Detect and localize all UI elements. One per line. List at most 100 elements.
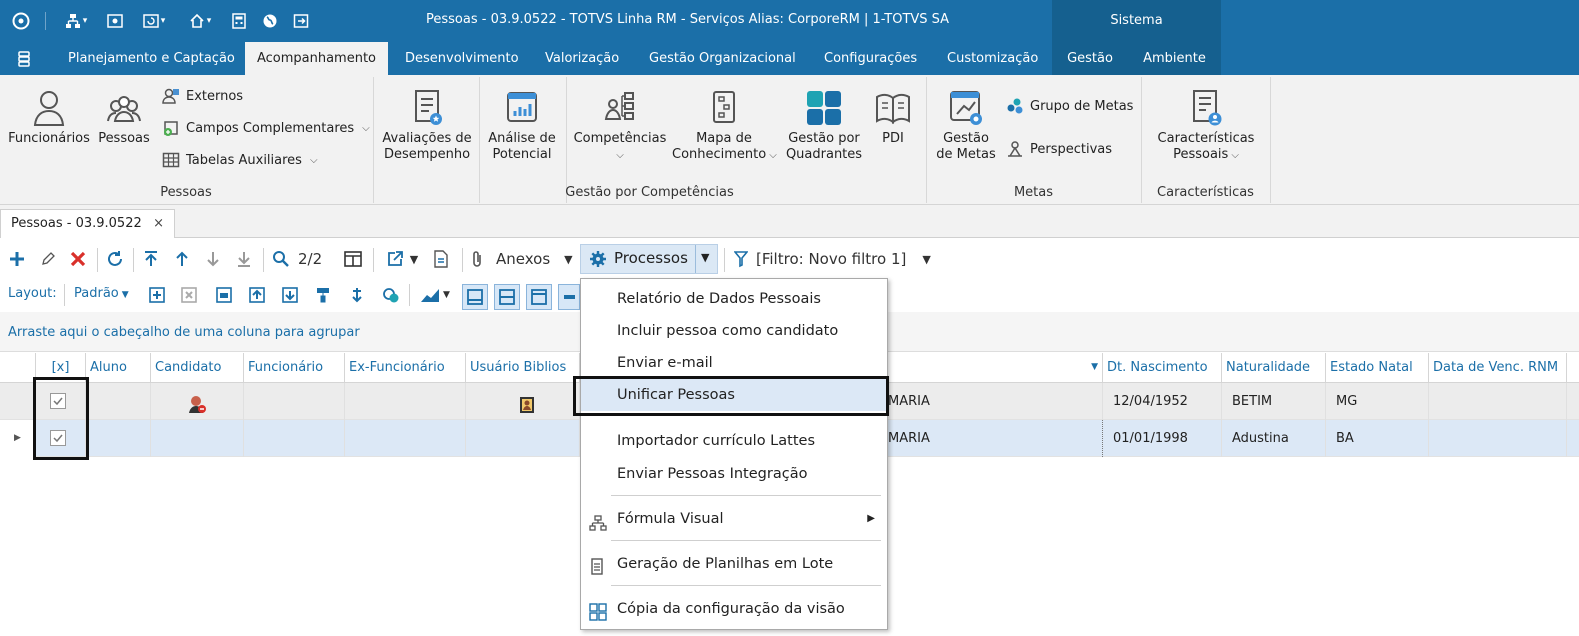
document-tab-bar: Pessoas - 03.9.0522 ×: [0, 205, 1579, 239]
tab-gestao-organizacional[interactable]: Gestão Organizacional: [649, 42, 796, 75]
close-icon[interactable]: ×: [153, 210, 164, 238]
tab-acompanhamento[interactable]: Acompanhamento: [245, 42, 388, 75]
chart-icon[interactable]: ▼: [416, 284, 454, 306]
perspectivas-button[interactable]: Perspectivas: [1006, 140, 1112, 158]
column-header-aluno[interactable]: Aluno: [86, 353, 151, 383]
columns-icon[interactable]: [342, 248, 364, 270]
filter-icon[interactable]: ▼: [1091, 352, 1098, 382]
tab-configuracoes[interactable]: Configurações: [824, 42, 917, 75]
menu-item-importador-lattes[interactable]: Importador currículo Lattes: [581, 425, 887, 457]
pessoas-button[interactable]: Pessoas: [96, 89, 152, 147]
report-icon[interactable]: [430, 248, 452, 270]
view-option-1-icon[interactable]: [462, 284, 488, 310]
anexos-button[interactable]: Anexos ▼: [470, 248, 573, 270]
column-header-usuario-biblios[interactable]: Usuário Biblios: [466, 353, 580, 383]
menu-item-highlight-frame: [573, 376, 889, 416]
doc-tab-pessoas[interactable]: Pessoas - 03.9.0522 ×: [0, 209, 175, 239]
column-header-nome[interactable]: ▼: [888, 353, 1103, 383]
menu-item-enviar-email[interactable]: Enviar e-mail: [581, 347, 887, 379]
move-up-icon[interactable]: [246, 284, 268, 306]
funcionario-cell: [244, 383, 345, 420]
caracteristicas-pessoais-button[interactable]: Características Pessoais ⌵: [1150, 89, 1262, 164]
chevron-down-icon: ⌵: [362, 122, 370, 134]
menu-item-relatorio-dados-pessoais[interactable]: Relatório de Dados Pessoais: [581, 283, 887, 315]
view-option-2-icon[interactable]: [494, 284, 520, 310]
menu-item-formula-visual[interactable]: Fórmula Visual ▶: [581, 503, 887, 535]
caret-down-icon: ▼: [121, 290, 129, 300]
menu-item-incluir-candidato[interactable]: Incluir pessoa como candidato: [581, 315, 887, 347]
view-option-3-icon[interactable]: [526, 284, 552, 310]
home-icon[interactable]: ▾: [182, 10, 218, 32]
totvs-logo-icon[interactable]: [10, 10, 32, 32]
caret-down-icon: ▼: [409, 252, 419, 266]
tab-planejamento[interactable]: Planejamento e Captação: [68, 42, 235, 75]
tab-sistema[interactable]: Sistema: [1052, 0, 1221, 42]
app-menu-icon[interactable]: [16, 51, 32, 67]
caret-down-icon: ▼: [922, 252, 931, 266]
globe-icon[interactable]: [259, 10, 281, 32]
caret-down-icon[interactable]: ▼: [701, 251, 709, 264]
column-header-estado-natal[interactable]: Estado Natal: [1326, 353, 1429, 383]
column-header-candidato[interactable]: Candidato: [151, 353, 244, 383]
color-shapes-icon[interactable]: [380, 284, 402, 306]
layout-select[interactable]: Padrão ▼: [74, 286, 129, 301]
tab-ambiente[interactable]: Ambiente: [1128, 42, 1221, 75]
column-header-ex-funcionario[interactable]: Ex-Funcionário: [345, 353, 466, 383]
funcionarios-button[interactable]: Funcionários: [8, 89, 90, 147]
refresh-icon[interactable]: [104, 248, 126, 270]
row-indicator-header: [0, 353, 36, 383]
grid-layout-icon[interactable]: [213, 284, 235, 306]
tab-valorizacao[interactable]: Valorização: [545, 42, 619, 75]
processos-button[interactable]: Processos ▼: [580, 244, 718, 274]
tab-gestao[interactable]: Gestão: [1052, 42, 1128, 75]
add-icon[interactable]: [6, 248, 28, 270]
move-down-icon[interactable]: [279, 284, 301, 306]
next-record-icon[interactable]: [202, 248, 224, 270]
tabelas-auxiliares-button[interactable]: Tabelas Auxiliares ⌵: [162, 151, 318, 169]
previous-record-icon[interactable]: [171, 248, 193, 270]
divider: [409, 284, 410, 306]
campos-complementares-button[interactable]: Campos Complementares ⌵: [162, 119, 370, 137]
competencies-icon: [604, 92, 634, 120]
grupo-metas-button[interactable]: Grupo de Metas: [1006, 97, 1133, 115]
view-option-4-icon[interactable]: [558, 284, 580, 310]
calculator-icon[interactable]: [228, 10, 250, 32]
externos-button[interactable]: Externos: [162, 87, 243, 105]
export-icon[interactable]: ▼: [382, 248, 422, 270]
menu-separator: [611, 585, 881, 586]
refresh-window-icon[interactable]: ▾: [136, 10, 172, 32]
search-icon[interactable]: [270, 248, 292, 270]
gestao-metas-button[interactable]: Gestão de Metas: [932, 89, 1000, 163]
gestao-quadrantes-button[interactable]: Gestão por Quadrantes: [783, 89, 865, 163]
paint-roller-icon[interactable]: [312, 284, 334, 306]
add-group-icon[interactable]: [146, 284, 168, 306]
competencias-button[interactable]: Competências ⌵: [572, 89, 668, 164]
column-header-data-venc-rnm[interactable]: Data de Venc. RNM: [1429, 353, 1567, 383]
remove-group-icon[interactable]: [178, 284, 200, 306]
analise-potencial-button[interactable]: Análise de Potencial: [484, 89, 560, 163]
first-record-icon[interactable]: [140, 248, 162, 270]
tab-desenvolvimento[interactable]: Desenvolvimento: [405, 42, 519, 75]
org-chart-icon[interactable]: ▾: [56, 10, 96, 32]
column-header-dt-nascimento[interactable]: Dt. Nascimento: [1103, 353, 1222, 383]
chevron-down-icon: ⌵: [1231, 150, 1239, 161]
sort-icon[interactable]: [346, 284, 368, 306]
exit-icon[interactable]: [290, 10, 312, 32]
menu-item-copia-configuracao[interactable]: Cópia da configuração da visão: [581, 593, 887, 625]
menu-item-enviar-pessoas-integracao[interactable]: Enviar Pessoas Integração: [581, 458, 887, 490]
copy-view-icon: [589, 601, 607, 633]
column-header-naturalidade[interactable]: Naturalidade: [1222, 353, 1326, 383]
tab-customizacao[interactable]: Customização: [947, 42, 1038, 75]
current-row-arrow-icon: ▶: [14, 433, 21, 443]
edit-icon[interactable]: [37, 248, 59, 270]
aluno-cell: [86, 383, 151, 420]
mapa-conhecimento-button[interactable]: Mapa de Conhecimento ⌵: [672, 89, 777, 164]
avaliacoes-desempenho-button[interactable]: Avaliações de Desempenho: [380, 89, 474, 163]
last-record-icon[interactable]: [233, 248, 255, 270]
column-header-funcionario[interactable]: Funcionário: [244, 353, 345, 383]
filter-button[interactable]: [Filtro: Novo filtro 1] ▼: [734, 248, 931, 270]
view-icon[interactable]: [104, 10, 126, 32]
menu-item-geracao-planilhas[interactable]: Geração de Planilhas em Lote: [581, 548, 887, 580]
pdi-button[interactable]: PDI: [870, 89, 916, 147]
delete-icon[interactable]: [67, 248, 89, 270]
